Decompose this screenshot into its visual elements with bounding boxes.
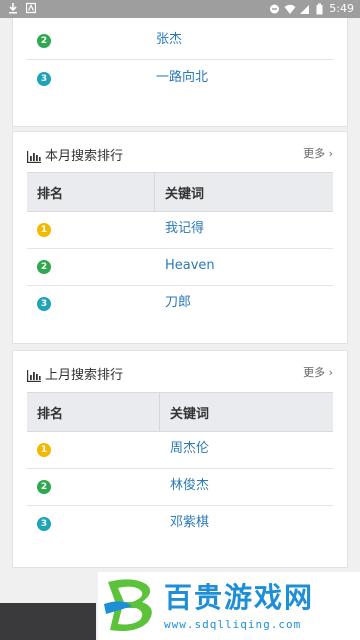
wifi-icon — [284, 3, 296, 15]
watermark-logo-icon — [102, 574, 160, 636]
column-header-rank: 排名 — [37, 407, 64, 422]
keyword-link[interactable]: 我记得 — [165, 220, 204, 238]
download-icon — [8, 2, 18, 14]
keyword-link[interactable]: 刀郎 — [165, 294, 191, 312]
rank-badge: 2 — [37, 480, 51, 494]
column-header-rank: 排名 — [37, 187, 64, 202]
keyword-link[interactable]: 张杰 — [156, 31, 182, 49]
rank-badge: 1 — [37, 443, 51, 457]
more-link[interactable]: 更多 › — [303, 364, 333, 380]
bar-chart-icon — [27, 148, 41, 163]
table-row[interactable]: 3 刀郎 — [27, 285, 333, 322]
keyword-link[interactable]: Heaven — [165, 257, 215, 275]
ranking-card-partial: 2 张杰 3 一路向北 — [12, 18, 348, 127]
table-row[interactable]: 1 周杰伦 — [27, 431, 333, 469]
bar-chart-icon — [27, 367, 41, 382]
card-header: 上月搜索排行 更多 › — [27, 363, 333, 383]
more-label: 更多 — [303, 366, 326, 379]
more-label: 更多 — [303, 147, 326, 160]
watermark: 百贵游戏网 www.sdqlliqing.com — [98, 572, 360, 640]
column-header-keyword: 关键词 — [165, 187, 205, 202]
keyword-link[interactable]: 一路向北 — [156, 69, 208, 87]
signal-icon — [299, 3, 310, 15]
column-header-keyword: 关键词 — [170, 407, 210, 422]
rank-badge: 3 — [37, 72, 51, 86]
table-header: 排名 关键词 — [27, 172, 333, 212]
bottom-dark-panel — [0, 603, 96, 640]
rank-badge: 1 — [37, 223, 51, 237]
card-title: 上月搜索排行 — [45, 368, 124, 383]
notification-icon — [25, 2, 37, 14]
keyword-link[interactable]: 邓紫棋 — [170, 514, 209, 532]
table-row[interactable]: 3 邓紫棋 — [27, 505, 333, 542]
rank-badge: 3 — [37, 517, 51, 531]
rank-badge: 3 — [37, 297, 51, 311]
status-time: 5:49 — [329, 2, 354, 15]
more-link[interactable]: 更多 › — [303, 145, 333, 161]
column-divider — [159, 393, 160, 431]
watermark-url: www.sdqlliqing.com — [164, 618, 302, 631]
battery-icon — [314, 3, 324, 15]
list-item[interactable]: 2 张杰 — [27, 22, 333, 60]
keyword-link[interactable]: 林俊杰 — [170, 477, 209, 495]
table-row[interactable]: 2 林俊杰 — [27, 468, 333, 506]
last-month-ranking-card: 上月搜索排行 更多 › 排名 关键词 1 周杰伦 2 林俊杰 3 邓紫棋 — [12, 350, 348, 568]
list-item[interactable]: 3 一路向北 — [27, 60, 333, 97]
card-title: 本月搜索排行 — [45, 149, 124, 164]
month-ranking-card: 本月搜索排行 更多 › 排名 关键词 1 我记得 2 Heaven 3 刀郎 — [12, 131, 348, 344]
keyword-link[interactable]: 周杰伦 — [170, 440, 209, 458]
table-row[interactable]: 1 我记得 — [27, 211, 333, 249]
rank-badge: 2 — [37, 34, 51, 48]
table-header: 排名 关键词 — [27, 392, 333, 432]
rank-badge: 2 — [37, 260, 51, 274]
card-header: 本月搜索排行 更多 › — [27, 144, 333, 164]
status-bar: 5:49 — [0, 0, 360, 18]
table-row[interactable]: 2 Heaven — [27, 248, 333, 286]
watermark-title: 百贵游戏网 — [164, 581, 315, 614]
minus-circle-icon — [269, 3, 280, 15]
column-divider — [154, 173, 155, 211]
